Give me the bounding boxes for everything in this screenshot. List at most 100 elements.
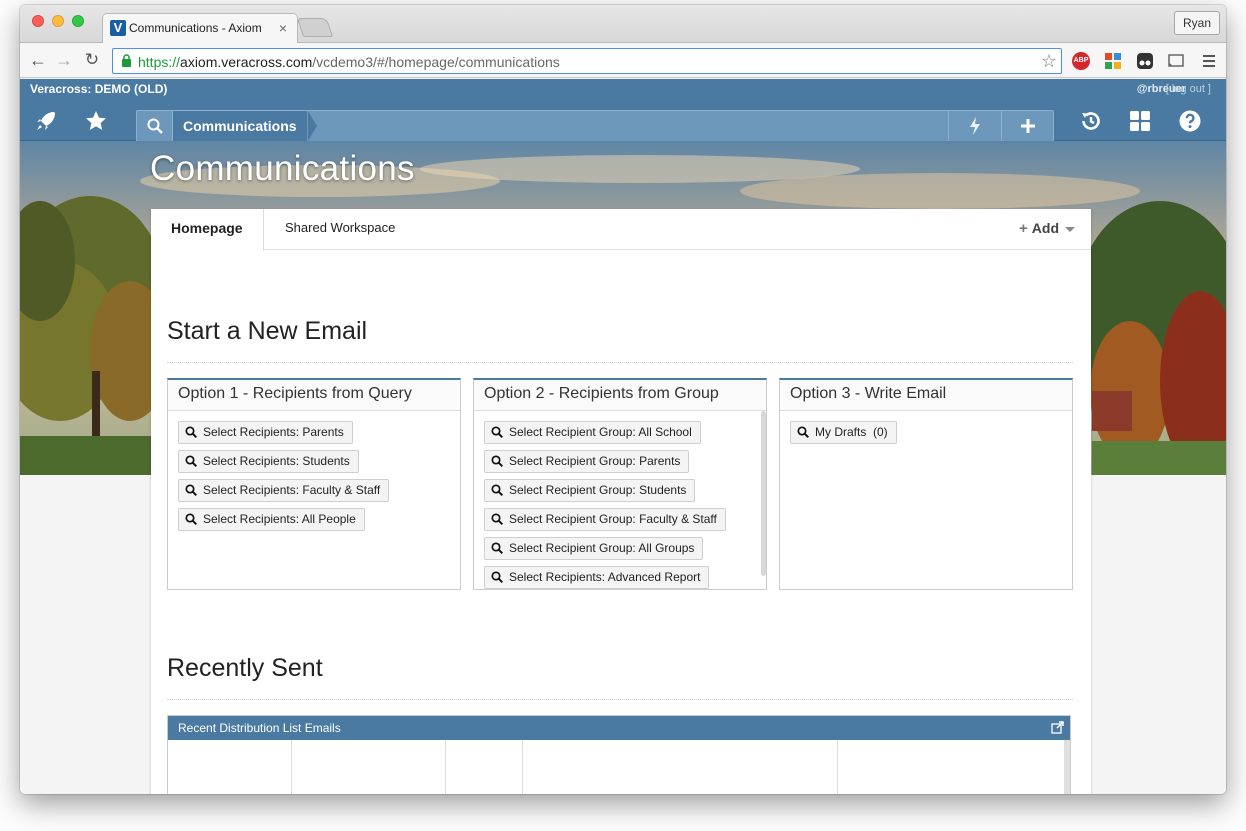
url-text: https://axiom.veracross.com/vcdemo3/#/ho… bbox=[138, 54, 560, 70]
section-divider bbox=[167, 699, 1073, 700]
section-divider bbox=[167, 362, 1073, 363]
cast-icon[interactable] bbox=[1167, 52, 1185, 70]
adblock-plus-icon[interactable]: ABP bbox=[1072, 52, 1090, 70]
help-question-icon[interactable] bbox=[1178, 109, 1202, 133]
column-divider bbox=[291, 740, 292, 794]
dashboard-grid-icon[interactable] bbox=[1128, 109, 1152, 133]
select-recipients-students-button[interactable]: Select Recipients: Students bbox=[178, 450, 359, 473]
chevron-down-icon bbox=[1065, 226, 1075, 232]
button-label: Select Recipient Group: All Groups bbox=[509, 541, 695, 555]
button-label: Select Recipients: Students bbox=[203, 454, 350, 468]
forward-arrow-icon[interactable]: → bbox=[54, 49, 74, 71]
open-external-icon[interactable] bbox=[1051, 721, 1064, 734]
option-2-title: Option 2 - Recipients from Group bbox=[474, 380, 766, 411]
search-icon bbox=[185, 513, 197, 525]
button-label: Select Recipients: Advanced Report bbox=[509, 570, 701, 584]
search-icon bbox=[491, 484, 503, 496]
column-divider bbox=[445, 740, 446, 794]
search-icon bbox=[185, 455, 197, 467]
start-email-heading: Start a New Email bbox=[167, 317, 368, 345]
lightning-bolt-icon bbox=[969, 117, 980, 135]
minimize-window-button[interactable] bbox=[52, 15, 64, 27]
breadcrumb-arrow bbox=[308, 111, 317, 141]
url-host: axiom.veracross.com bbox=[180, 54, 313, 70]
browser-tab-active[interactable]: V Communications - Axiom × bbox=[102, 13, 298, 44]
logout-link[interactable]: [ log out ] bbox=[1166, 83, 1211, 95]
search-icon bbox=[797, 426, 809, 438]
recent-emails-panel: Recent Distribution List Emails bbox=[167, 715, 1071, 794]
select-recipients-all-people-button[interactable]: Select Recipients: All People bbox=[178, 508, 365, 531]
group-faculty-staff-button[interactable]: Select Recipient Group: Faculty & Staff bbox=[484, 508, 726, 531]
plus-icon: + bbox=[1019, 220, 1028, 237]
add-label: Add bbox=[1031, 220, 1059, 236]
group-parents-button[interactable]: Select Recipient Group: Parents bbox=[484, 450, 690, 473]
profile-button[interactable]: Ryan bbox=[1173, 11, 1220, 35]
search-icon bbox=[491, 542, 503, 554]
group-students-button[interactable]: Select Recipient Group: Students bbox=[484, 479, 696, 502]
content-card: Homepage Shared Workspace + Add Start a N… bbox=[151, 209, 1091, 794]
desktop: V Communications - Axiom × Ryan ← → ↻ ht… bbox=[0, 0, 1246, 831]
select-recipients-parents-button[interactable]: Select Recipients: Parents bbox=[178, 421, 353, 444]
extension-glasses-icon[interactable] bbox=[1136, 52, 1154, 70]
search-icon bbox=[147, 118, 163, 134]
extension-tiles-icon[interactable] bbox=[1104, 52, 1122, 70]
bookmark-star-icon[interactable]: ☆ bbox=[1041, 51, 1057, 72]
page-tabs: Homepage Shared Workspace + Add bbox=[151, 209, 1091, 251]
tab-homepage[interactable]: Homepage bbox=[151, 209, 264, 251]
add-button[interactable]: + Add bbox=[1019, 220, 1075, 237]
option-3-panel: Option 3 - Write Email My Drafts (0) bbox=[779, 378, 1073, 590]
search-icon bbox=[185, 426, 197, 438]
nav-panel: Communications bbox=[136, 110, 1054, 142]
option-2-scrollbar[interactable] bbox=[761, 411, 766, 576]
reload-icon[interactable]: ↻ bbox=[82, 49, 102, 71]
breadcrumb-communications[interactable]: Communications bbox=[173, 111, 307, 141]
app-brand: Veracross: DEMO (OLD) bbox=[30, 82, 168, 96]
add-new-button[interactable] bbox=[1001, 111, 1053, 141]
page-title: Communications bbox=[150, 149, 415, 188]
url-path: /vcdemo3/#/homepage/communications bbox=[312, 54, 560, 70]
button-label: My Drafts (0) bbox=[815, 425, 888, 439]
close-tab-icon[interactable]: × bbox=[279, 20, 287, 36]
history-icon[interactable] bbox=[1079, 109, 1103, 133]
column-divider bbox=[837, 740, 838, 794]
close-window-button[interactable] bbox=[32, 15, 44, 27]
button-label: Select Recipients: Parents bbox=[203, 425, 344, 439]
group-all-school-button[interactable]: Select Recipient Group: All School bbox=[484, 421, 701, 444]
browser-menu-icon[interactable] bbox=[1202, 52, 1216, 70]
my-drafts-button[interactable]: My Drafts (0) bbox=[790, 421, 897, 444]
button-label: Select Recipients: Faculty & Staff bbox=[203, 483, 381, 497]
nav-search-button[interactable] bbox=[137, 111, 173, 141]
option-1-panel: Option 1 - Recipients from Query Select … bbox=[167, 378, 461, 590]
browser-window: V Communications - Axiom × Ryan ← → ↻ ht… bbox=[20, 5, 1226, 794]
quick-actions-button[interactable] bbox=[948, 111, 1000, 141]
search-icon bbox=[491, 571, 503, 583]
veracross-favicon-icon: V bbox=[110, 20, 126, 36]
search-icon bbox=[491, 513, 503, 525]
app-top-bar: Veracross: DEMO (OLD) @rbreuer [ log out… bbox=[20, 79, 1226, 101]
group-all-groups-button[interactable]: Select Recipient Group: All Groups bbox=[484, 537, 704, 560]
address-bar[interactable]: https://axiom.veracross.com/vcdemo3/#/ho… bbox=[112, 48, 1062, 74]
recent-emails-scrollbar[interactable] bbox=[1064, 740, 1070, 794]
lock-icon bbox=[122, 54, 131, 67]
favorites-star-icon[interactable] bbox=[84, 109, 108, 133]
rocket-icon[interactable] bbox=[34, 109, 58, 133]
option-3-title: Option 3 - Write Email bbox=[780, 380, 1072, 411]
button-label: Select Recipient Group: Faculty & Staff bbox=[509, 512, 717, 526]
button-label: Select Recipient Group: All School bbox=[509, 425, 692, 439]
tab-shared-workspace[interactable]: Shared Workspace bbox=[265, 209, 415, 250]
column-divider bbox=[522, 740, 523, 794]
select-recipients-faculty-staff-button[interactable]: Select Recipients: Faculty & Staff bbox=[178, 479, 390, 502]
veracross-app: Veracross: DEMO (OLD) @rbreuer [ log out… bbox=[20, 79, 1226, 794]
advanced-report-button[interactable]: Select Recipients: Advanced Report bbox=[484, 566, 710, 589]
new-tab-button[interactable] bbox=[296, 18, 334, 37]
button-label: Select Recipients: All People bbox=[203, 512, 356, 526]
recent-emails-title: Recent Distribution List Emails bbox=[178, 721, 341, 735]
recently-sent-heading: Recently Sent bbox=[167, 654, 323, 682]
app-nav-bar: Communications bbox=[20, 101, 1226, 142]
search-icon bbox=[491, 426, 503, 438]
url-scheme: https:// bbox=[138, 54, 181, 70]
back-arrow-icon[interactable]: ← bbox=[28, 49, 48, 71]
zoom-window-button[interactable] bbox=[72, 15, 84, 27]
tab-strip: V Communications - Axiom × Ryan bbox=[20, 5, 1226, 44]
plus-icon bbox=[1020, 119, 1035, 133]
